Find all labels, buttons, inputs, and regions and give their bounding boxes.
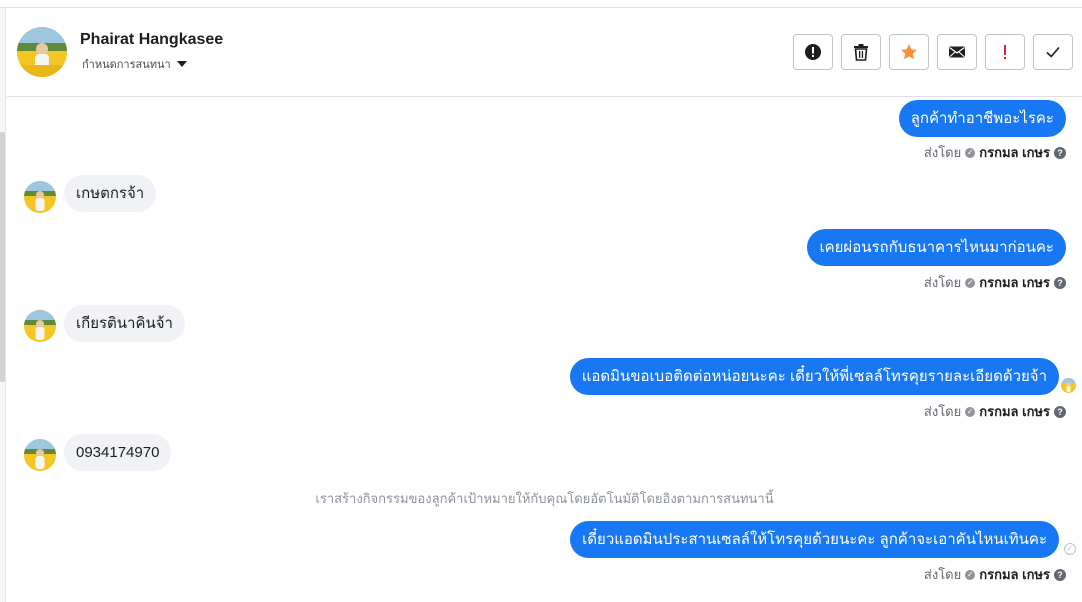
sent-by-label: ส่งโดย [923, 404, 962, 419]
spam-button[interactable] [793, 34, 833, 70]
check-icon [1046, 46, 1060, 58]
mark-done-button[interactable] [1033, 34, 1073, 70]
agent-name: กรกมล เกษร [979, 145, 1050, 160]
message-thread: ลูกค้าทำอาชีพอะไรคะ ส่งโดย ✓ กรกมล เกษร … [7, 97, 1082, 602]
delete-button[interactable] [841, 34, 881, 70]
sent-by-label: ส่งโดย [923, 275, 962, 290]
top-border [0, 0, 1082, 8]
sent-by-label: ส่งโดย [923, 567, 962, 582]
sent-by-line: ส่งโดย ✓ กรกมล เกษร ? [924, 142, 1066, 163]
star-icon [901, 44, 917, 60]
sent-check-icon: ✓ [965, 277, 976, 288]
conversation-actions [793, 34, 1073, 70]
star-button[interactable] [889, 34, 929, 70]
caret-down-icon [176, 61, 187, 67]
incoming-message[interactable]: เกียรตินาคินจ้า [64, 305, 185, 342]
outgoing-message[interactable]: ลูกค้าทำอาชีพอะไรคะ [898, 100, 1066, 137]
agent-name: กรกมล เกษร [979, 567, 1050, 582]
sent-check-icon: ✓ [965, 406, 976, 417]
incoming-message[interactable]: เกษตกรจ้า [64, 175, 157, 212]
conversation-assign-label: กำหนดการสนทนา [82, 59, 171, 71]
outgoing-message[interactable]: เดี๋ยวแอดมินประสานเซลล์ให้โทรคุยด้วยนะคะ… [570, 521, 1059, 558]
sent-by-line: ส่งโดย ✓ กรกมล เกษร ? [924, 564, 1066, 585]
conversation-assign-dropdown[interactable]: กำหนดการสนทนา [82, 55, 187, 73]
outgoing-message[interactable]: เคยผ่อนรถกับธนาคารไหนมาก่อนคะ [807, 229, 1066, 266]
exclamation-icon [1004, 45, 1006, 60]
left-panel-edge [0, 8, 6, 602]
help-icon[interactable]: ? [1054, 405, 1066, 418]
sent-status-icon: ✓ [1064, 543, 1076, 555]
sent-by-label: ส่งโดย [923, 145, 962, 160]
system-note: เราสร้างกิจกรรมของลูกค้าเป้าหมายให้กับคุ… [315, 491, 774, 506]
contact-avatar-small [24, 310, 56, 342]
conversation-header: Phairat Hangkasee กำหนดการสนทนา [7, 9, 1082, 97]
alert-circle-icon [805, 44, 821, 60]
help-icon[interactable]: ? [1054, 146, 1066, 159]
sent-check-icon: ✓ [965, 147, 976, 158]
agent-name: กรกมล เกษร [979, 275, 1050, 290]
scrollbar[interactable] [0, 132, 5, 382]
follow-up-button[interactable] [985, 34, 1025, 70]
help-icon[interactable]: ? [1054, 276, 1066, 289]
contact-name: Phairat Hangkasee [80, 31, 224, 48]
contact-avatar[interactable] [17, 27, 67, 77]
contact-avatar-small [24, 181, 56, 213]
sent-by-line: ส่งโดย ✓ กรกมล เกษร ? [924, 401, 1066, 422]
mark-unread-button[interactable] [937, 34, 977, 70]
seen-by-avatar [1061, 378, 1076, 393]
trash-icon [854, 44, 868, 61]
sent-by-line: ส่งโดย ✓ กรกมล เกษร ? [924, 272, 1066, 293]
incoming-message[interactable]: 0934174970 [64, 434, 172, 471]
agent-name: กรกมล เกษร [979, 404, 1050, 419]
outgoing-message[interactable]: แอดมินขอเบอติดต่อหน่อยนะคะ เดี๋ยวให้พี่เ… [569, 358, 1059, 395]
help-icon[interactable]: ? [1054, 568, 1066, 581]
contact-avatar-small [24, 439, 56, 471]
envelope-icon [949, 46, 965, 58]
sent-check-icon: ✓ [965, 569, 976, 580]
